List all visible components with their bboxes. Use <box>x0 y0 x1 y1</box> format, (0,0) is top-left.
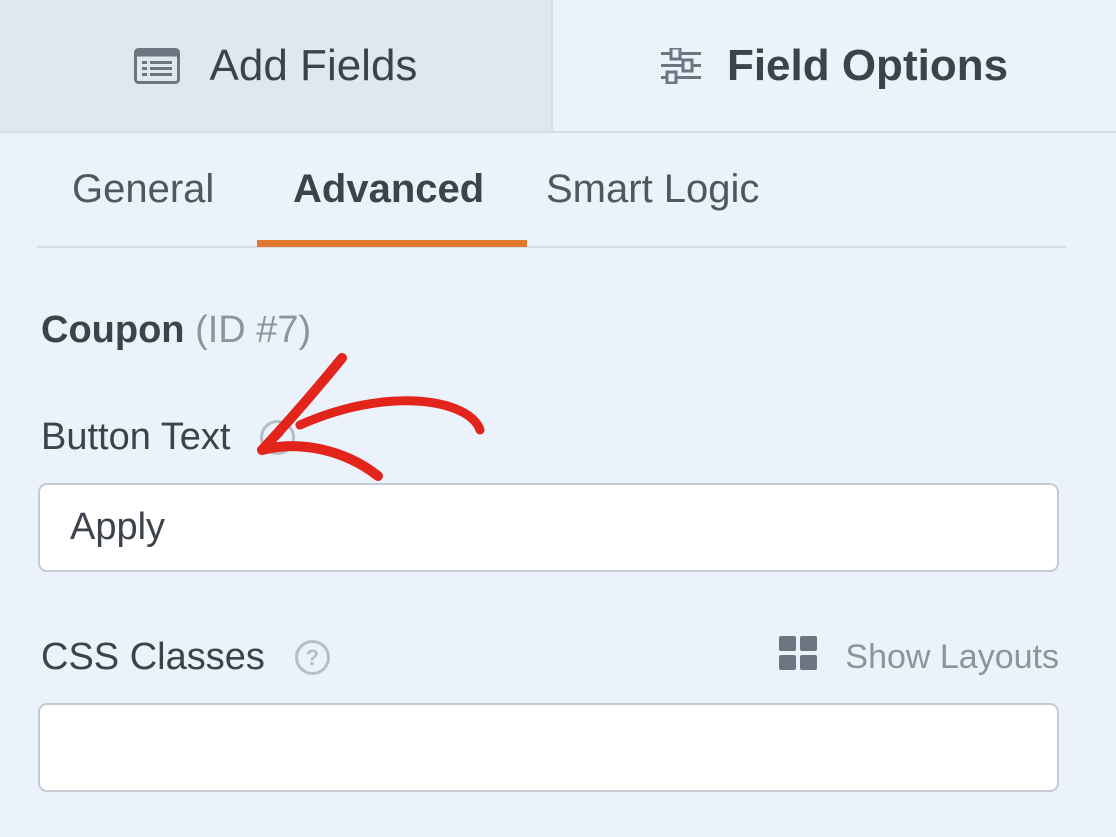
tab-add-fields-label: Add Fields <box>209 40 418 90</box>
question-icon[interactable]: ? <box>260 420 296 455</box>
active-tab-indicator <box>257 240 527 247</box>
css-classes-input[interactable] <box>38 703 1059 792</box>
field-heading: Coupon (ID #7) <box>41 309 311 352</box>
sliders-icon <box>660 47 701 84</box>
field-options-subtabs: General Advanced Smart Logic <box>37 133 1066 248</box>
css-classes-label-row: CSS Classes ? <box>41 636 330 679</box>
subtab-general[interactable]: General <box>72 167 214 212</box>
field-name: Coupon <box>41 309 185 351</box>
button-text-label-row: Button Text ? <box>41 416 296 459</box>
panel-tabs: Add Fields Field Options <box>0 0 1116 133</box>
tab-field-options-label: Field Options <box>726 40 1009 90</box>
list-icon <box>133 47 180 84</box>
grid-icon <box>779 636 818 679</box>
button-text-label: Button Text <box>41 416 231 458</box>
question-icon[interactable]: ? <box>294 640 330 675</box>
show-layouts-label: Show Layouts <box>845 638 1059 676</box>
subtab-advanced[interactable]: Advanced <box>293 167 484 212</box>
css-classes-label: CSS Classes <box>41 636 265 678</box>
show-layouts-button[interactable]: Show Layouts <box>779 636 1059 679</box>
tab-field-options[interactable]: Field Options <box>553 0 1116 131</box>
field-id: (ID #7) <box>195 309 312 351</box>
tab-add-fields[interactable]: Add Fields <box>0 0 553 131</box>
subtab-smart-logic[interactable]: Smart Logic <box>546 167 759 212</box>
button-text-input[interactable]: Apply <box>38 483 1059 572</box>
